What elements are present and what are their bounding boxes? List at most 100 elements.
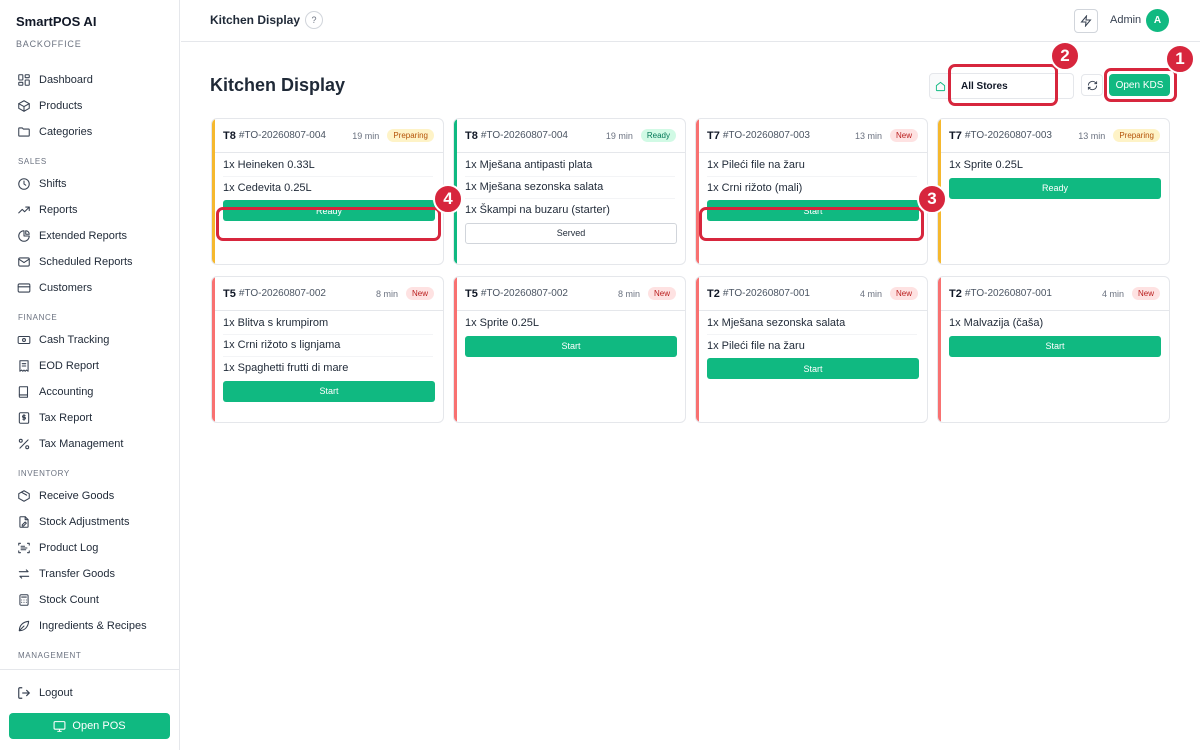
order-item: 1x Cedevita 0.25L — [223, 181, 312, 194]
sidebar-nav: Dashboard Products Categories SALES Shifts Re… — [0, 67, 180, 665]
order-card: T2 #TO-20260807-001 4 min New 1x Malvazija (… — [937, 276, 1170, 423]
open-pos-button[interactable]: Open POS — [9, 713, 170, 739]
status-badge: Preparing — [387, 129, 434, 142]
order-items: 1x Mješana sezonska salata 1x Pileći file… — [696, 312, 927, 357]
sidebar-item-eod-report[interactable]: EOD Report — [0, 353, 180, 379]
sidebar-item-label: Reports — [39, 204, 78, 216]
brand: SmartPOS AI BACKOFFICE — [16, 14, 96, 49]
elapsed-time: 13 min — [1078, 130, 1106, 141]
order-item: 1x Crni rižoto (mali) — [707, 181, 803, 194]
ready-button[interactable]: Ready — [949, 177, 1161, 199]
nav-section-management: MANAGEMENT — [18, 651, 82, 660]
order-number: #TO-20260807-004 — [480, 130, 568, 141]
sidebar-item-product-log[interactable]: Product Log — [0, 535, 180, 561]
sidebar-item-customers[interactable]: Customers — [0, 275, 180, 301]
order-item: 1x Mješana antipasti plata — [465, 154, 675, 177]
refresh-button[interactable] — [1081, 74, 1103, 96]
nav-section-sales: SALES — [18, 157, 47, 166]
highlight-store-filter — [948, 64, 1058, 106]
table-number: T2 — [707, 287, 720, 300]
logout-button[interactable]: Logout — [0, 670, 180, 716]
help-icon[interactable]: ? — [305, 11, 323, 29]
pie-icon — [18, 230, 30, 242]
sidebar-item-shifts[interactable]: Shifts — [0, 171, 180, 197]
dollar-doc-icon — [18, 412, 30, 424]
order-number: #TO-20260807-003 — [722, 130, 810, 141]
status-badge: New — [647, 287, 676, 300]
order-card-header: T8 #TO-20260807-004 19 min Ready — [454, 119, 685, 153]
brand-name: SmartPOS AI — [16, 14, 97, 29]
order-item: 1x Sprite 0.25L — [949, 159, 1023, 172]
sidebar-item-stock-count[interactable]: Stock Count — [0, 587, 180, 613]
order-card: T5 #TO-20260807-002 8 min New 1x Sprite 0.25… — [453, 276, 686, 423]
sidebar-item-reports[interactable]: Reports — [0, 197, 180, 223]
status-badge: Preparing — [1113, 129, 1160, 142]
status-badge: New — [405, 287, 434, 300]
order-card-header: T5 #TO-20260807-002 8 min New — [454, 277, 685, 311]
sidebar-item-dashboard[interactable]: Dashboard — [0, 67, 180, 93]
sidebar-item-categories[interactable]: Categories — [0, 119, 180, 145]
order-card-header: T2 #TO-20260807-001 4 min New — [696, 277, 927, 311]
order-number: #TO-20260807-002 — [238, 288, 326, 299]
served-button[interactable]: Served — [465, 222, 677, 244]
elapsed-time: 4 min — [859, 288, 882, 299]
start-button[interactable]: Start — [707, 358, 919, 379]
sidebar-item-receive-goods[interactable]: Receive Goods — [0, 483, 180, 509]
sidebar-item-label: Scheduled Reports — [39, 256, 133, 268]
highlight-ready-button — [216, 207, 441, 241]
sidebar-item-label: Tax Report — [39, 412, 93, 424]
sidebar-item-tax-management[interactable]: Tax Management — [0, 431, 180, 457]
sidebar-item-stock-adjustments[interactable]: Stock Adjustments — [0, 509, 180, 535]
sidebar-item-label: Products — [39, 100, 83, 112]
folder-icon — [18, 127, 30, 137]
status-badge: New — [1131, 287, 1160, 300]
sidebar-item-cash-tracking[interactable]: Cash Tracking — [0, 327, 180, 353]
order-item: 1x Spaghetti frutti di mare — [223, 362, 349, 375]
sidebar-item-label: Tax Management — [39, 438, 124, 450]
order-card-header: T8 #TO-20260807-004 19 min Preparing — [212, 119, 443, 153]
sidebar-item-products[interactable]: Products — [0, 93, 180, 119]
order-items: 1x Sprite 0.25L — [454, 312, 685, 335]
start-button[interactable]: Start — [949, 335, 1161, 357]
sidebar-item-tax-report[interactable]: Tax Report — [0, 405, 180, 431]
order-items: 1x Sprite 0.25L — [938, 154, 1169, 177]
sidebar-item-label: Categories — [39, 126, 93, 138]
highlight-open-kds — [1104, 68, 1177, 102]
order-item: 1x Malvazija (čaša) — [949, 317, 1044, 330]
order-item: 1x Mješana sezonska salata — [707, 312, 917, 335]
callout-number: 2 — [1050, 41, 1080, 71]
sidebar-item-scheduled-reports[interactable]: Scheduled Reports — [0, 249, 180, 275]
avatar[interactable]: A — [1146, 9, 1169, 32]
order-card: T8 #TO-20260807-004 19 min Preparing 1x Hein… — [211, 118, 444, 265]
order-item: 1x Crni rižoto s lignjama — [223, 335, 433, 357]
order-item: 1x Sprite 0.25L — [465, 317, 539, 330]
quick-actions-button[interactable] — [1074, 9, 1098, 33]
lightning-icon — [1080, 15, 1092, 27]
sidebar-item-accounting[interactable]: Accounting — [0, 379, 180, 405]
order-card-header: T5 #TO-20260807-002 8 min New — [212, 277, 443, 311]
status-badge: Ready — [640, 129, 676, 142]
order-card: T7 #TO-20260807-003 13 min New 1x Pileći fil… — [695, 118, 928, 265]
sidebar-item-label: Accounting — [39, 386, 94, 398]
leaf-icon — [18, 620, 30, 632]
elapsed-time: 19 min — [352, 130, 380, 141]
nav-section-inventory: INVENTORY — [18, 469, 70, 478]
order-number: #TO-20260807-004 — [238, 130, 326, 141]
sidebar-item-label: Extended Reports — [39, 230, 128, 242]
highlight-start-button — [699, 207, 924, 241]
order-item: 1x Škampi na buzaru (starter) — [465, 204, 610, 217]
refresh-icon — [1087, 80, 1097, 90]
user-name[interactable]: Admin — [1110, 14, 1141, 26]
sidebar-item-label: Cash Tracking — [39, 334, 110, 346]
status-badge: New — [889, 287, 918, 300]
sidebar-item-extended-reports[interactable]: Extended Reports — [0, 223, 180, 249]
table-number: T2 — [949, 287, 962, 300]
sidebar-item-ingredients-recipes[interactable]: Ingredients & Recipes — [0, 613, 180, 639]
start-button[interactable]: Start — [223, 380, 435, 402]
order-item: 1x Heineken 0.33L — [223, 154, 433, 177]
start-button[interactable]: Start — [465, 335, 677, 357]
order-item: 1x Blitva s krumpirom — [223, 312, 433, 335]
cash-icon — [17, 335, 31, 345]
brand-subtitle: BACKOFFICE — [16, 39, 82, 49]
sidebar-item-transfer-goods[interactable]: Transfer Goods — [0, 561, 180, 587]
